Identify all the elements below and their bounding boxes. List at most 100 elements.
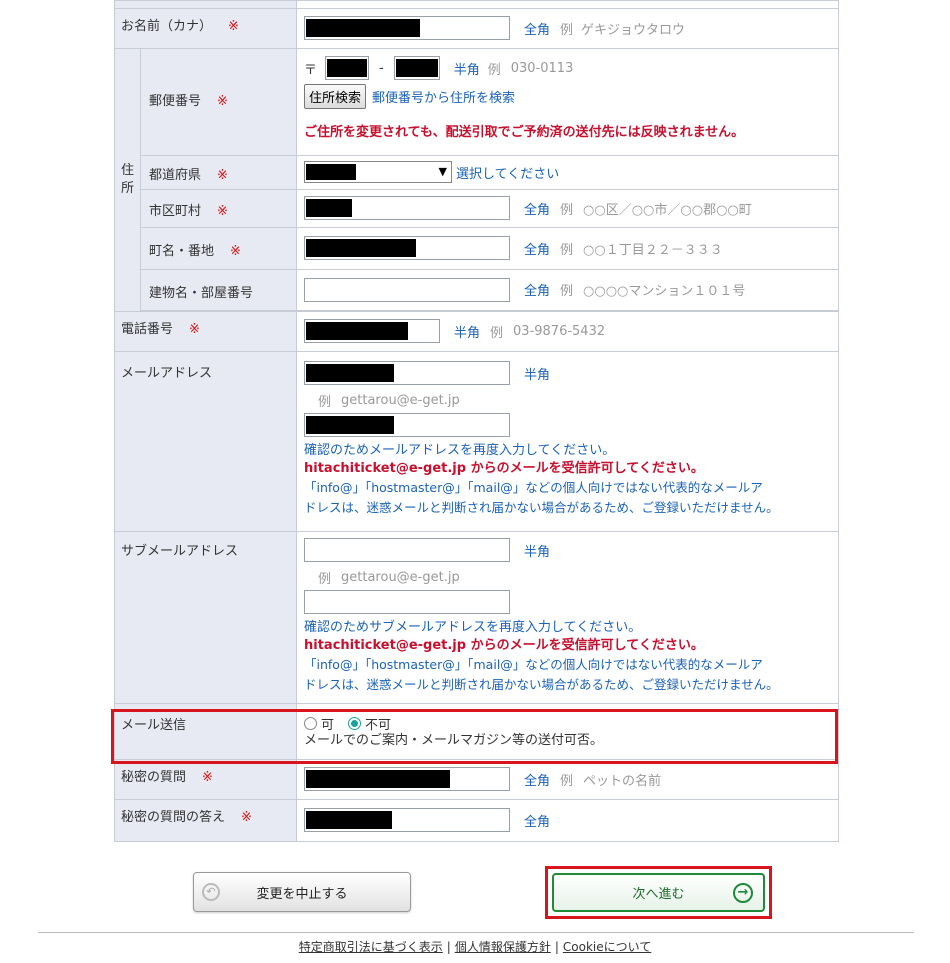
cancel-change-label: 変更を中止する bbox=[256, 886, 348, 902]
phone-label: 電話番号 bbox=[121, 322, 174, 337]
required-mark: ※ bbox=[230, 244, 241, 259]
row-email: メールアドレス 半角 例 gettarou@e-get.jp 確認のためメールア… bbox=[114, 351, 839, 532]
secret-answer-hint: 全角 bbox=[524, 814, 551, 830]
phone-example: 03-9876-5432 bbox=[513, 323, 606, 339]
email-hint: 半角 bbox=[524, 367, 551, 383]
redacted-value bbox=[327, 59, 368, 77]
email-permit-note: hitachiticket@e-get.jp からのメールを受信許可してください… bbox=[304, 461, 704, 476]
postal-dash: - bbox=[379, 60, 384, 76]
city-hint: 全角 bbox=[524, 202, 551, 218]
row-sub-email: サブメールアドレス 半角 例 gettarou@e-get.jp 確認のためサブ… bbox=[114, 531, 839, 704]
building-hint: 全角 bbox=[524, 284, 551, 299]
row-street: 町名・番地 ※ 全角 例 ○○１丁目２２－３３３ bbox=[115, 227, 839, 270]
kana-example: ゲキジョウタロウ bbox=[581, 22, 686, 38]
mail-send-note: メールでのご案内・メールマガジン等の送付可否。 bbox=[304, 733, 604, 748]
required-mark: ※ bbox=[228, 19, 239, 34]
postal-example: 030-0113 bbox=[510, 60, 574, 76]
required-mark: ※ bbox=[217, 93, 228, 109]
sub-email-example: gettarou@e-get.jp bbox=[341, 569, 460, 585]
sub-email-input[interactable] bbox=[304, 538, 510, 562]
postal-mark: 〒 bbox=[304, 62, 318, 78]
mail-send-no-label[interactable]: 不可 bbox=[365, 714, 391, 733]
email-input[interactable] bbox=[304, 361, 510, 385]
arrow-right-icon: → bbox=[733, 883, 753, 903]
chevron-down-icon: ▼ bbox=[438, 165, 447, 178]
email-warning-line2: ドレスは、迷惑メールと判断され届かない場合があるため、ご登録いただけません。 bbox=[304, 500, 779, 515]
kana-hint: 全角 bbox=[524, 22, 551, 38]
row-mail-send: メール送信 可 不可 メールでのご案内・メールマガジン等の送付可否。 bbox=[114, 703, 839, 760]
required-mark: ※ bbox=[202, 770, 213, 785]
secret-question-example-prefix: 例 bbox=[560, 773, 574, 789]
row-phone: 電話番号 ※ 半角 例 03-9876-5432 bbox=[114, 311, 839, 352]
phone-example-prefix: 例 bbox=[490, 325, 504, 341]
phone-hint: 半角 bbox=[454, 325, 481, 341]
sub-email-confirm-input[interactable] bbox=[304, 590, 510, 614]
footer-link-cookie[interactable]: Cookieについて bbox=[563, 940, 651, 954]
address-search-link[interactable]: 郵便番号から住所を検索 bbox=[372, 87, 515, 106]
mail-send-no-radio[interactable] bbox=[348, 716, 362, 730]
sub-email-hint: 半角 bbox=[524, 544, 551, 560]
redacted-value bbox=[306, 239, 416, 257]
footer-link-commerce-law[interactable]: 特定商取引法に基づく表示 bbox=[299, 940, 443, 954]
address-search-button[interactable]: 住所検索 bbox=[304, 83, 367, 109]
sub-email-example-prefix: 例 bbox=[318, 571, 332, 587]
redacted-value bbox=[306, 811, 392, 829]
postal-input-1[interactable] bbox=[325, 56, 370, 80]
footer-separator: | bbox=[446, 940, 451, 954]
cancel-change-button[interactable]: ↶ 変更を中止する bbox=[193, 872, 411, 912]
city-example: ○○区／○○市／○○郡○○町 bbox=[583, 202, 752, 218]
secret-question-example: ペットの名前 bbox=[583, 773, 662, 789]
required-mark: ※ bbox=[217, 204, 228, 219]
secret-question-input[interactable] bbox=[304, 767, 510, 791]
prefecture-select[interactable]: ▼ bbox=[304, 161, 452, 183]
building-example-prefix: 例 bbox=[560, 284, 574, 299]
street-hint: 全角 bbox=[524, 242, 551, 258]
redacted-value bbox=[306, 19, 420, 37]
city-input[interactable] bbox=[304, 196, 510, 220]
kana-input[interactable] bbox=[304, 16, 510, 40]
secret-question-label: 秘密の質問 bbox=[121, 770, 187, 785]
city-label: 市区町村 bbox=[149, 204, 202, 219]
next-button-highlight: 次へ進む → bbox=[545, 866, 772, 919]
building-input[interactable] bbox=[304, 277, 510, 302]
secret-question-hint: 全角 bbox=[524, 773, 551, 789]
mail-send-yes-label[interactable]: 可 bbox=[321, 714, 334, 733]
secret-answer-input[interactable] bbox=[304, 808, 510, 832]
postal-label: 郵便番号 bbox=[149, 93, 202, 109]
row-city: 市区町村 ※ 全角 例 ○○区／○○市／○○郡○○町 bbox=[115, 189, 839, 228]
postal-input-2[interactable] bbox=[393, 56, 440, 80]
redacted-value bbox=[306, 416, 394, 434]
street-example: ○○１丁目２２－３３３ bbox=[583, 242, 723, 258]
kana-label: お名前（カナ） bbox=[121, 19, 213, 34]
redacted-value bbox=[306, 770, 450, 788]
footer: 特定商取引法に基づく表示 | 個人情報保護方針 | Cookieについて bbox=[0, 938, 950, 955]
required-mark: ※ bbox=[189, 322, 200, 337]
sub-email-permit-note: hitachiticket@e-get.jp からのメールを受信許可してください… bbox=[304, 638, 704, 653]
sub-email-warning-line1: 「info@」「hostmaster@」「mail@」などの個人向けではない代表… bbox=[304, 657, 763, 672]
email-label: メールアドレス bbox=[121, 366, 213, 381]
sub-email-label: サブメールアドレス bbox=[121, 544, 239, 559]
row-secret-question: 秘密の質問 ※ 全角 例 ペットの名前 bbox=[114, 759, 839, 800]
form-top-row bbox=[114, 0, 839, 9]
required-mark: ※ bbox=[217, 168, 228, 183]
phone-input[interactable] bbox=[304, 319, 440, 343]
redacted-value bbox=[306, 199, 352, 217]
row-secret-answer: 秘密の質問の答え ※ 全角 bbox=[114, 799, 839, 842]
city-example-prefix: 例 bbox=[560, 202, 574, 218]
next-button[interactable]: 次へ進む → bbox=[552, 873, 765, 912]
mail-send-yes-radio[interactable] bbox=[304, 716, 317, 730]
footer-link-privacy[interactable]: 個人情報保護方針 bbox=[455, 940, 551, 954]
email-confirm-note: 確認のためメールアドレスを再度入力してください。 bbox=[304, 443, 616, 458]
redacted-value bbox=[306, 164, 356, 180]
email-confirm-input[interactable] bbox=[304, 413, 510, 437]
secret-answer-label: 秘密の質問の答え bbox=[121, 810, 226, 825]
address-group-label: 住所 bbox=[114, 48, 141, 312]
address-change-warning: ご住所を変更されても、配送引取でご予約済の送付先には反映されません。 bbox=[304, 125, 745, 140]
building-label: 建物名・部屋番号 bbox=[149, 286, 254, 301]
row-kana: お名前（カナ） ※ 全角 例 ゲキジョウタロウ bbox=[114, 8, 839, 49]
row-postal: 住所 郵便番号 ※ 〒 - 半角 例 030-0113 住所検索 郵便番号から住所… bbox=[114, 48, 839, 312]
street-input[interactable] bbox=[304, 236, 510, 260]
sub-email-confirm-note: 確認のためサブメールアドレスを再度入力してください。 bbox=[304, 620, 642, 635]
footer-divider bbox=[38, 932, 914, 933]
prefecture-label: 都道府県 bbox=[149, 168, 202, 183]
